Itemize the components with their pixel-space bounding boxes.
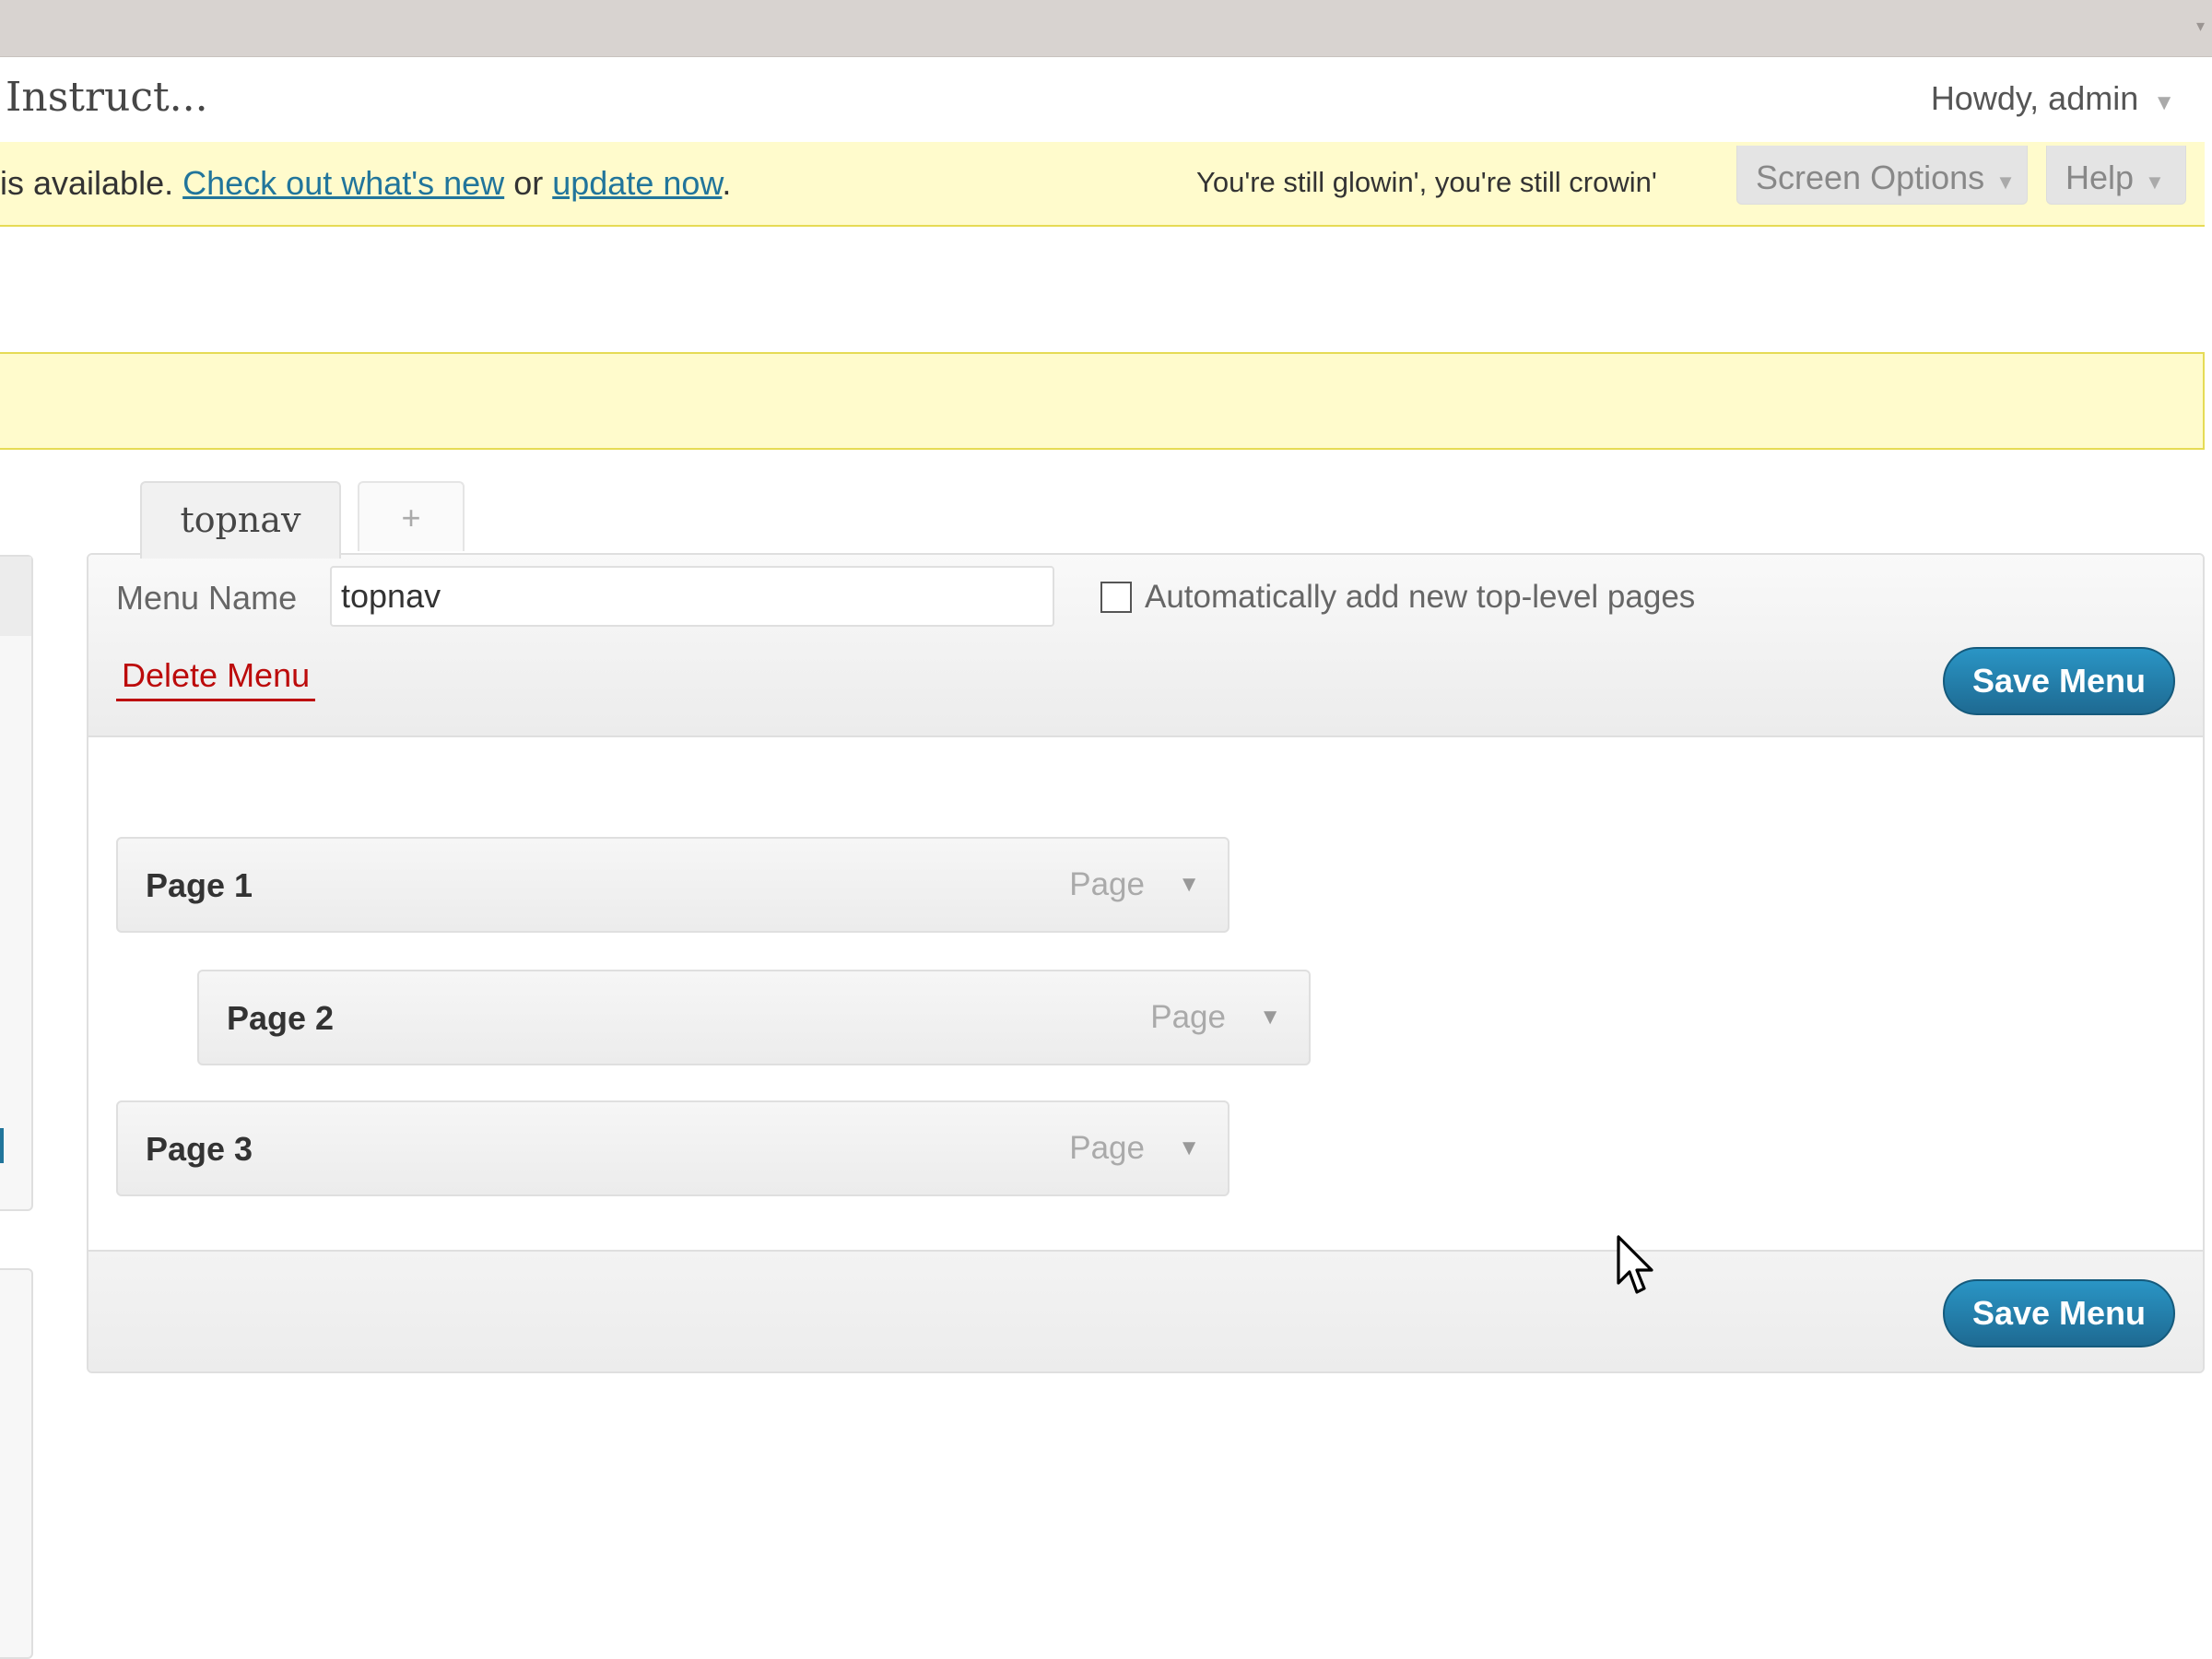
menu-items-sidebar-box (0, 555, 33, 1211)
menu-item-child[interactable]: Page 2 Page ▼ (197, 970, 1311, 1065)
menu-edit-panel: Menu Name Automatically add new top-leve… (87, 553, 2205, 1373)
hello-dolly-lyric: You're still glowin', you're still crowi… (1196, 166, 1657, 198)
admin-header: Instruct... Howdy, admin ▼ (0, 57, 2212, 142)
screen-options-button[interactable]: Screen Options ▼ (1736, 146, 2028, 205)
auto-add-label: Automatically add new top-level pages (1145, 579, 1696, 615)
user-greeting[interactable]: Howdy, admin (1931, 79, 2138, 117)
site-title[interactable]: Instruct... (6, 74, 208, 121)
help-button[interactable]: Help ▼ (2046, 146, 2186, 205)
expand-arrow-icon[interactable]: ▼ (1178, 872, 1200, 898)
chevron-down-icon: ▼ (2145, 171, 2165, 194)
menu-item-type: Page (1150, 999, 1226, 1035)
chevron-down-icon: ▼ (1995, 171, 2016, 194)
update-nag: is available. Check out what's new or up… (0, 142, 2205, 227)
menu-item[interactable]: Page 1 Page ▼ (116, 837, 1230, 933)
whats-new-link[interactable]: Check out what's new (182, 164, 504, 202)
menu-name-input[interactable] (330, 566, 1054, 627)
menu-edit-header: Menu Name Automatically add new top-leve… (88, 555, 2203, 737)
add-menu-tab[interactable]: + (358, 481, 465, 551)
expand-arrow-icon[interactable]: ▼ (1259, 1005, 1281, 1030)
update-now-link[interactable]: update now (552, 164, 722, 202)
user-menu[interactable]: Howdy, admin ▼ (1931, 79, 2175, 118)
auto-add-checkbox[interactable] (1100, 582, 1132, 613)
menu-item-title: Page 2 (227, 999, 335, 1037)
browser-chrome: ▾ (0, 0, 2212, 57)
menu-item-title: Page 3 (146, 1130, 253, 1168)
expand-arrow-icon[interactable]: ▼ (1178, 1135, 1200, 1161)
save-menu-button-bottom[interactable]: Save Menu (1943, 1279, 2175, 1347)
menu-item-type: Page (1069, 866, 1145, 902)
menu-item[interactable]: Page 3 Page ▼ (116, 1100, 1230, 1196)
screen: ▾ Instruct... Howdy, admin ▼ is available… (0, 0, 2212, 1659)
help-label: Help (2065, 159, 2135, 196)
sidebar-accent-tab[interactable] (0, 1128, 4, 1163)
notice-box (0, 352, 2205, 450)
sidebar-box-secondary (0, 1268, 33, 1659)
delete-menu-link[interactable]: Delete Menu (116, 656, 316, 701)
update-suffix: . (722, 164, 732, 202)
mouse-cursor-icon (1617, 1235, 1653, 1294)
save-menu-button-top[interactable]: Save Menu (1943, 647, 2175, 715)
menu-item-type: Page (1069, 1130, 1145, 1166)
menu-item-title: Page 1 (146, 866, 253, 904)
screen-options-label: Screen Options (1756, 159, 1985, 196)
update-joiner: or (513, 164, 544, 202)
scroll-up-arrow-icon[interactable]: ▾ (2196, 17, 2205, 36)
tab-topnav[interactable]: topnav (140, 481, 341, 559)
auto-add-option[interactable]: Automatically add new top-level pages (1100, 579, 1695, 616)
sidebar-box-header[interactable] (0, 557, 31, 636)
update-prefix: is available. (0, 164, 174, 202)
menu-name-label: Menu Name (116, 579, 298, 617)
menu-edit-footer: Save Menu (88, 1250, 2203, 1371)
update-message: is available. Check out what's new or up… (0, 164, 731, 203)
chevron-down-icon[interactable]: ▼ (2153, 90, 2175, 115)
